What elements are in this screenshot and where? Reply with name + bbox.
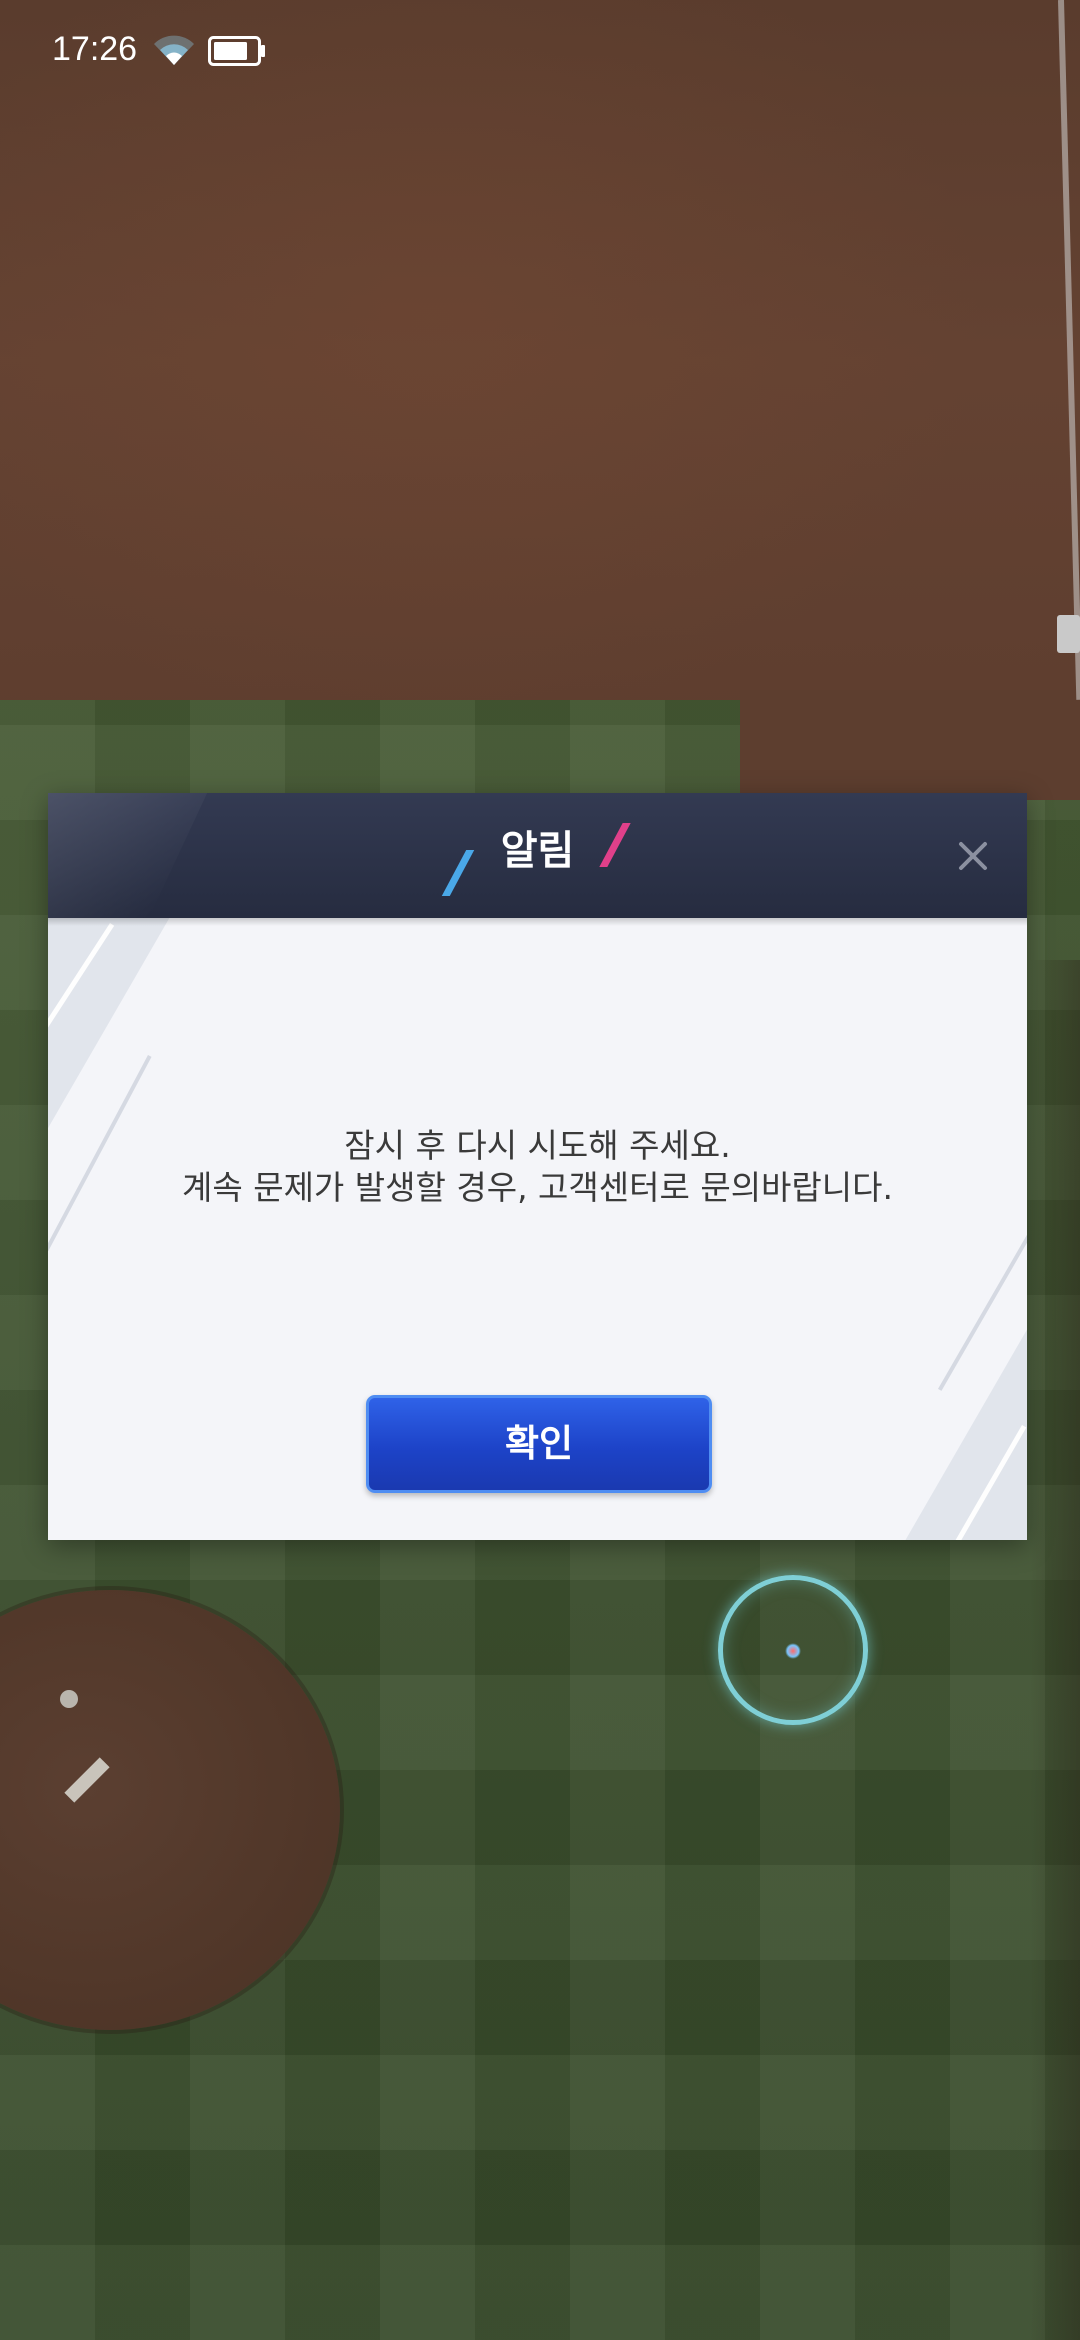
infield-dirt-edge xyxy=(740,690,1080,800)
battery-icon xyxy=(208,36,265,66)
decorative-stripe xyxy=(898,1263,1027,1540)
alert-dialog: 알림 잠시 후 다시 시도해 주세요. 계속 문제가 발생할 경우, 고객센터로… xyxy=(48,793,1027,1540)
game-screen: 17:26 알림 잠시 후 다시 시도해 주세요. 계속 문제가 발생할 경우,… xyxy=(0,0,1080,2340)
message-line-2: 계속 문제가 발생할 경우, 고객센터로 문의바랍니다. xyxy=(182,1168,893,1207)
wifi-icon xyxy=(154,35,194,65)
confirm-button[interactable]: 확인 xyxy=(366,1395,712,1493)
field-shadow xyxy=(1030,960,1080,2340)
dialog-header: 알림 xyxy=(48,793,1027,918)
status-bar: 17:26 xyxy=(0,0,1080,100)
status-clock: 17:26 xyxy=(52,30,138,68)
dialog-title: 알림 xyxy=(500,828,575,874)
dialog-message: 잠시 후 다시 시도해 주세요. 계속 문제가 발생할 경우, 고객센터로 문의… xyxy=(48,1125,1027,1209)
message-line-1: 잠시 후 다시 시도해 주세요. xyxy=(344,1126,731,1165)
rosin-bag xyxy=(60,1690,78,1708)
close-icon[interactable] xyxy=(948,831,998,881)
header-shadow xyxy=(48,918,1027,926)
base-bag xyxy=(1057,615,1080,653)
infield-dirt xyxy=(0,0,1080,800)
decorative-stripe xyxy=(48,903,178,1323)
fielder-marker xyxy=(785,1643,801,1659)
